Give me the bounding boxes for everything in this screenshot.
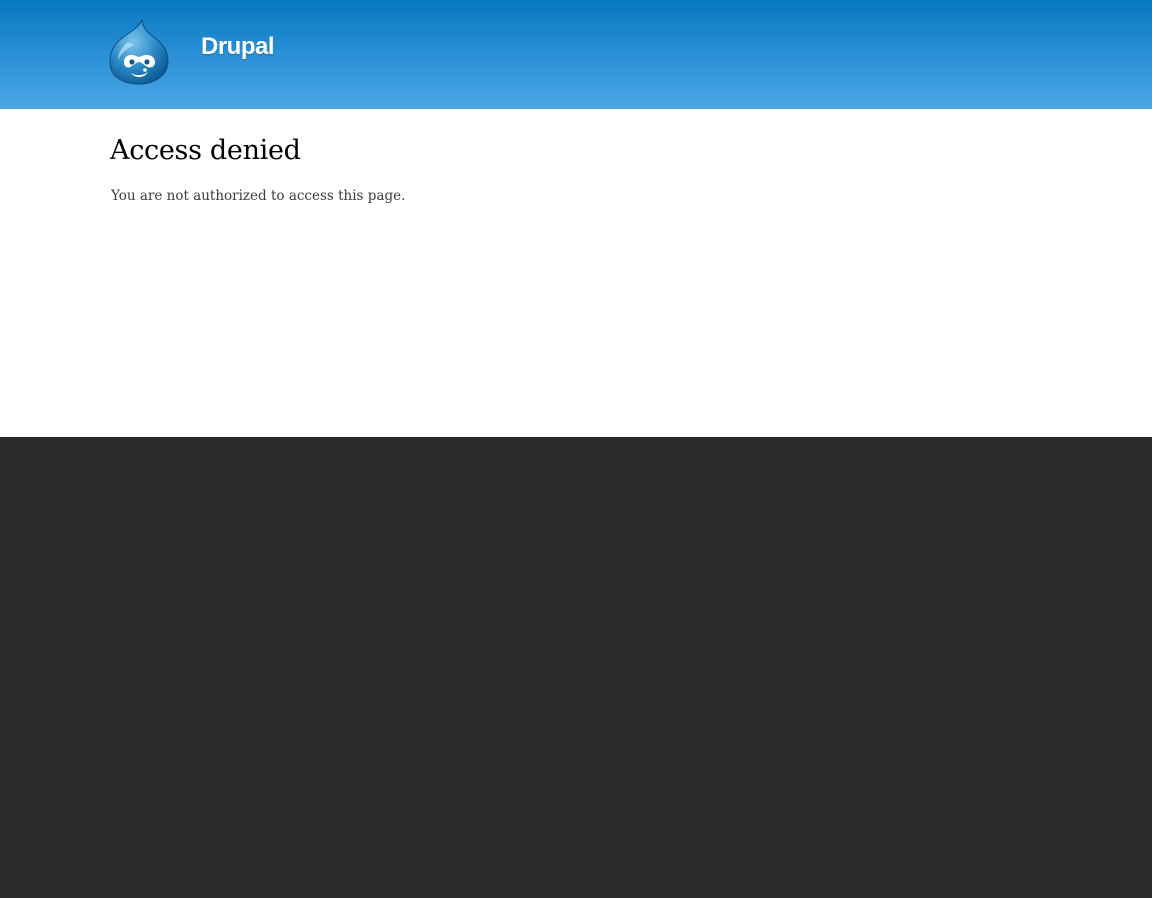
site-footer bbox=[0, 437, 1152, 898]
logo-link[interactable] bbox=[108, 18, 170, 86]
site-header: Drupal bbox=[0, 0, 1152, 109]
main-content: Access denied You are not authorized to … bbox=[0, 109, 1152, 437]
page-title: Access denied bbox=[110, 135, 301, 166]
drupal-drop-logo-icon bbox=[109, 18, 169, 85]
access-denied-message: You are not authorized to access this pa… bbox=[111, 188, 406, 204]
site-name-link[interactable]: Drupal bbox=[201, 31, 275, 63]
